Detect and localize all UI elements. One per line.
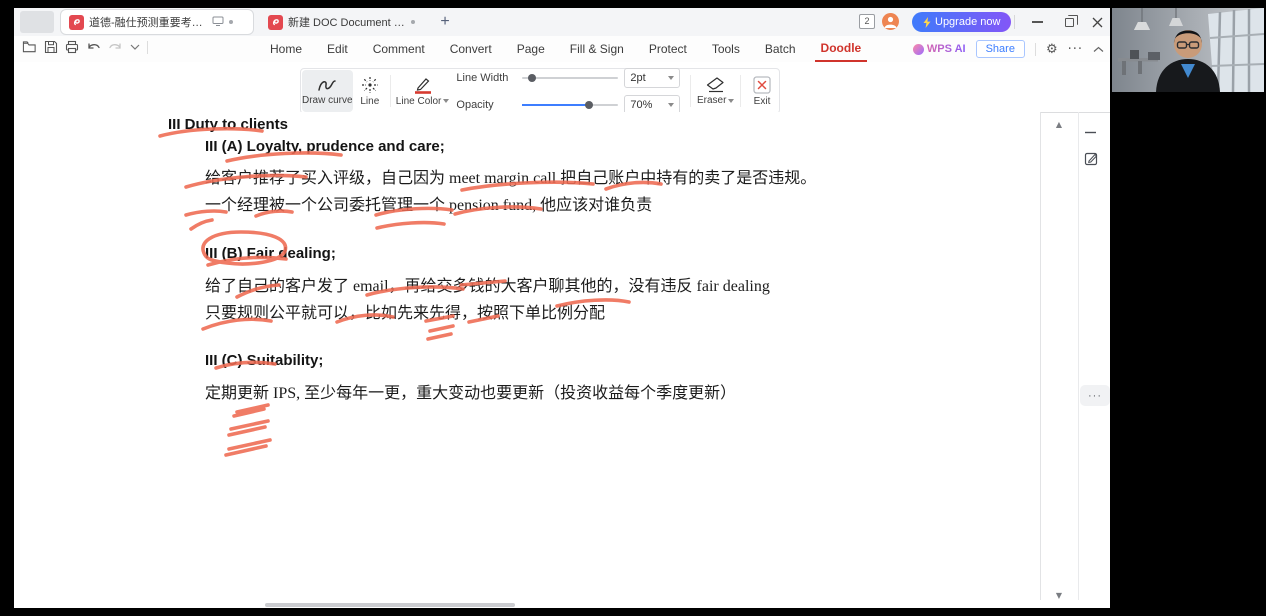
caret-down-icon bbox=[668, 76, 674, 80]
section-a-line2: 一个经理被一个公司委托管理一个 pension fund, 他应该对谁负责 bbox=[205, 191, 652, 215]
scroll-up-arrow[interactable]: ▲ bbox=[1052, 120, 1066, 129]
pdf-page[interactable]: III Duty to clients III (A) Loyalty, pru… bbox=[14, 112, 1040, 600]
line-color-icon bbox=[411, 76, 435, 94]
modified-dot bbox=[229, 20, 233, 24]
menu-comment[interactable]: Comment bbox=[367, 37, 431, 61]
minimize-button[interactable] bbox=[1022, 8, 1052, 36]
section-a-title: III (A) Loyalty, prudence and care; bbox=[205, 138, 445, 155]
divider bbox=[1035, 43, 1036, 56]
menu-edit[interactable]: Edit bbox=[321, 37, 354, 61]
line-tool-icon bbox=[361, 76, 379, 94]
section-b-line1: 给了自己的客户发了 email，再给交多钱的大客户聊其他的，没有违反 fair … bbox=[205, 272, 770, 296]
exit-doodle-button[interactable]: Exit bbox=[746, 70, 778, 112]
section-c-title: III (C) Suitability; bbox=[205, 352, 323, 369]
opacity-slider[interactable] bbox=[522, 104, 618, 106]
lightning-icon bbox=[923, 17, 931, 28]
share-button[interactable]: Share bbox=[976, 40, 1025, 58]
menu-fill-sign[interactable]: Fill & Sign bbox=[564, 37, 630, 61]
document-count-badge[interactable]: 2 bbox=[859, 14, 875, 29]
horizontal-scrollbar-thumb[interactable] bbox=[265, 603, 515, 607]
tab-title: 道德-融仕预测重要考点.pdf(E bbox=[89, 14, 207, 30]
wps-pdf-window: 道德-融仕预测重要考点.pdf(E 新建 DOC Document (2).pd… bbox=[14, 8, 1110, 608]
draw-curve-button[interactable]: Draw curve bbox=[302, 70, 353, 112]
screen-share-icon bbox=[212, 16, 224, 29]
undo-icon[interactable] bbox=[86, 41, 101, 54]
wps-ai-icon bbox=[913, 44, 924, 55]
menu-convert[interactable]: Convert bbox=[444, 37, 498, 61]
print-icon[interactable] bbox=[65, 40, 79, 54]
tab-document-1[interactable]: 道德-融仕预测重要考点.pdf(E bbox=[60, 9, 254, 35]
eraser-icon bbox=[705, 76, 727, 93]
line-width-label: Line Width bbox=[456, 72, 516, 84]
main-menu: Home Edit Comment Convert Page Fill & Si… bbox=[264, 36, 867, 62]
window-home-box[interactable] bbox=[20, 11, 54, 33]
annotate-note-button[interactable] bbox=[1084, 151, 1099, 171]
save-icon[interactable] bbox=[44, 40, 58, 54]
chevron-down-icon[interactable] bbox=[130, 44, 140, 50]
doodle-toolbar: Draw curve Line Line Color Line Wid bbox=[14, 62, 1110, 112]
menu-doodle[interactable]: Doodle bbox=[815, 36, 868, 62]
open-file-icon[interactable] bbox=[22, 40, 37, 54]
divider bbox=[1078, 112, 1079, 600]
pdf-file-icon bbox=[268, 15, 283, 30]
section-a-line1: 给客户推荐了买入评级，自己因为 meet margin call 把自己账户中持… bbox=[205, 164, 816, 188]
new-tab-button[interactable]: + bbox=[434, 11, 456, 33]
section-b-line2: 只要规则公平就可以，比如先来先得，按照下单比例分配 bbox=[205, 299, 605, 323]
more-tools-button[interactable]: ··· bbox=[1080, 385, 1110, 406]
scroll-down-arrow[interactable]: ▼ bbox=[1052, 591, 1066, 600]
exit-icon bbox=[753, 76, 771, 94]
pdf-file-icon bbox=[69, 15, 84, 30]
more-options-icon[interactable]: ··· bbox=[1068, 42, 1083, 57]
divider bbox=[390, 75, 391, 107]
webcam-video bbox=[1112, 8, 1264, 92]
redo-icon[interactable] bbox=[108, 41, 123, 54]
tab-title: 新建 DOC Document (2).pdf bbox=[288, 14, 406, 30]
line-tool-button[interactable]: Line bbox=[355, 70, 386, 112]
divider bbox=[740, 75, 741, 107]
webcam-overlay bbox=[1112, 8, 1264, 92]
menu-tools[interactable]: Tools bbox=[706, 37, 746, 61]
menu-bar: Home Edit Comment Convert Page Fill & Si… bbox=[14, 36, 1110, 62]
doc-heading: III Duty to clients bbox=[168, 116, 288, 133]
upgrade-now-button[interactable]: Upgrade now bbox=[912, 12, 1011, 32]
tab-document-2[interactable]: 新建 DOC Document (2).pdf bbox=[260, 9, 438, 35]
draw-curve-icon bbox=[316, 77, 338, 93]
opacity-label: Opacity bbox=[456, 99, 516, 111]
menu-protect[interactable]: Protect bbox=[643, 37, 693, 61]
collapse-ribbon-icon[interactable] bbox=[1093, 40, 1104, 58]
hide-panel-button[interactable] bbox=[1084, 126, 1097, 144]
section-b-title: III (B) Fair dealing; bbox=[205, 245, 336, 262]
divider bbox=[147, 41, 148, 54]
menu-batch[interactable]: Batch bbox=[759, 37, 802, 61]
divider bbox=[1014, 15, 1015, 29]
wps-ai-button[interactable]: WPS AI bbox=[913, 43, 966, 55]
restore-button[interactable] bbox=[1054, 8, 1084, 36]
line-width-select[interactable]: 2pt bbox=[624, 68, 680, 88]
eraser-button[interactable]: Eraser bbox=[696, 70, 735, 112]
close-button[interactable] bbox=[1082, 8, 1112, 36]
menu-home[interactable]: Home bbox=[264, 37, 308, 61]
modified-dot bbox=[411, 20, 415, 24]
divider bbox=[1040, 112, 1041, 600]
caret-down-icon bbox=[728, 99, 734, 103]
title-bar: 道德-融仕预测重要考点.pdf(E 新建 DOC Document (2).pd… bbox=[14, 8, 1110, 36]
user-avatar[interactable] bbox=[882, 13, 899, 30]
gear-icon[interactable]: ⚙ bbox=[1046, 42, 1058, 57]
line-color-button[interactable]: Line Color bbox=[396, 70, 450, 112]
menu-page[interactable]: Page bbox=[511, 37, 551, 61]
caret-down-icon bbox=[668, 103, 674, 107]
divider bbox=[690, 75, 691, 107]
caret-down-icon bbox=[443, 99, 449, 103]
section-c-line1: 定期更新 IPS, 至少每年一更，重大变动也要更新（投资收益每个季度更新） bbox=[205, 379, 736, 403]
line-width-slider[interactable] bbox=[522, 77, 618, 79]
